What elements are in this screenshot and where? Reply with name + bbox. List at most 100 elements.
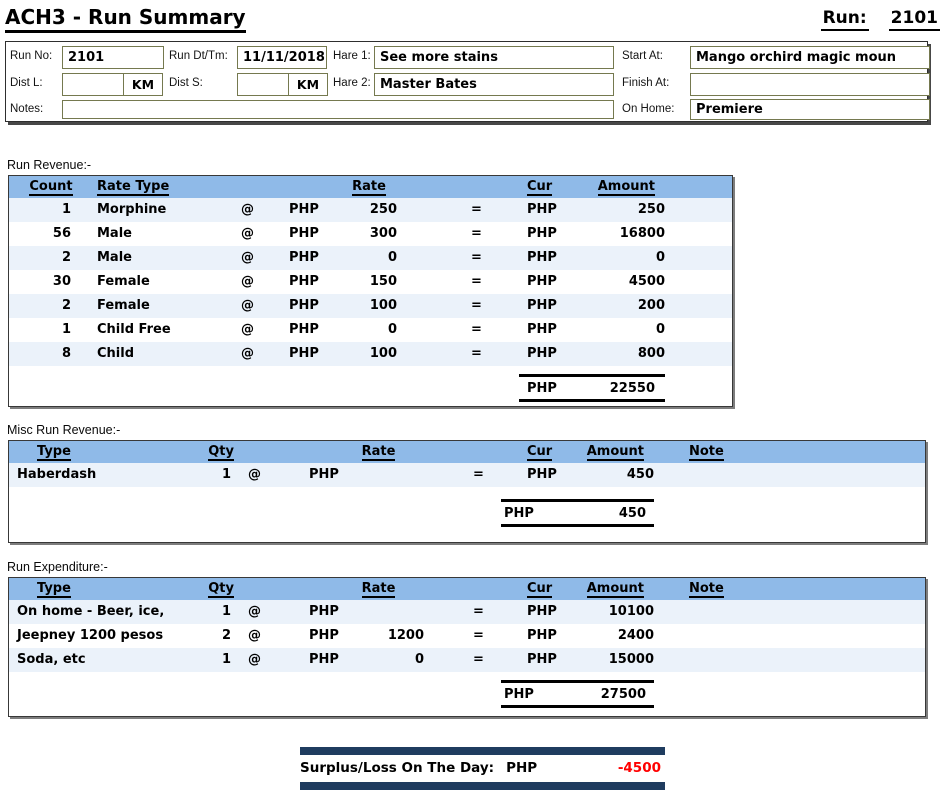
rate-value-cell: 300 bbox=[347, 222, 401, 246]
expenditure-section-label: Run Expenditure:- bbox=[7, 560, 945, 574]
equals-symbol: = bbox=[401, 198, 519, 222]
total-amount: 22550 bbox=[610, 381, 655, 396]
run-label: Run: bbox=[821, 7, 869, 31]
rate-currency-cell: PHP bbox=[279, 246, 347, 270]
rate-value-cell bbox=[347, 463, 425, 487]
currency-cell: PHP bbox=[519, 222, 577, 246]
currency-cell: PHP bbox=[521, 624, 579, 648]
run-no-field[interactable]: 2101 bbox=[62, 46, 164, 69]
count-cell: 56 bbox=[9, 222, 79, 246]
rate-header: Rate bbox=[236, 578, 521, 600]
amount-cell: 0 bbox=[577, 246, 665, 270]
misc-revenue-section-label: Misc Run Revenue:- bbox=[7, 423, 945, 437]
table-row: 56 Male @ PHP 300 = PHP 16800 bbox=[9, 222, 732, 246]
total-currency: PHP bbox=[504, 687, 534, 702]
cur-header: Cur bbox=[519, 176, 577, 198]
dist-l-unit: KM bbox=[123, 73, 163, 96]
at-symbol: @ bbox=[219, 198, 279, 222]
count-cell: 30 bbox=[9, 270, 79, 294]
run-dt-field[interactable]: 11/11/2018 bbox=[237, 46, 327, 69]
on-home-field[interactable]: Premiere bbox=[690, 99, 930, 120]
rate-type-cell: Morphine bbox=[79, 198, 219, 222]
on-home-label: On Home: bbox=[622, 103, 674, 115]
at-symbol: @ bbox=[236, 463, 284, 487]
amount-cell: 250 bbox=[577, 198, 665, 222]
notes-field[interactable] bbox=[62, 100, 614, 119]
run-no-label: Run No: bbox=[10, 50, 52, 62]
amount-cell: 4500 bbox=[577, 270, 665, 294]
amount-cell: 15000 bbox=[579, 648, 654, 672]
currency-cell: PHP bbox=[519, 342, 577, 366]
hare2-label: Hare 2: bbox=[333, 77, 371, 89]
qty-header: Qty bbox=[204, 441, 236, 463]
hare1-field[interactable]: See more stains bbox=[374, 46, 614, 69]
equals-symbol: = bbox=[401, 246, 519, 270]
note-cell bbox=[654, 463, 925, 487]
equals-symbol: = bbox=[425, 600, 521, 624]
qty-header: Qty bbox=[204, 578, 236, 600]
equals-symbol: = bbox=[401, 342, 519, 366]
rate-value-cell: 0 bbox=[347, 318, 401, 342]
run-summary-report: ACH3 - Run Summary Run:2101 Run No: 2101… bbox=[0, 5, 945, 793]
type-cell: Soda, etc bbox=[9, 648, 204, 672]
amount-cell: 16800 bbox=[577, 222, 665, 246]
equals-symbol: = bbox=[425, 648, 521, 672]
table-row: 8 Child @ PHP 100 = PHP 800 bbox=[9, 342, 732, 366]
qty-cell: 2 bbox=[204, 624, 236, 648]
rate-currency-cell: PHP bbox=[279, 318, 347, 342]
total-currency: PHP bbox=[527, 381, 557, 396]
equals-symbol: = bbox=[425, 624, 521, 648]
amount-cell: 800 bbox=[577, 342, 665, 366]
amount-cell: 2400 bbox=[579, 624, 654, 648]
amount-header: Amount bbox=[579, 578, 654, 600]
cur-header: Cur bbox=[521, 578, 579, 600]
rate-value-cell bbox=[347, 600, 425, 624]
amount-header: Amount bbox=[577, 176, 665, 198]
at-symbol: @ bbox=[236, 600, 284, 624]
run-revenue-section-label: Run Revenue:- bbox=[7, 158, 945, 172]
rate-type-header: Rate Type bbox=[79, 176, 219, 198]
finish-at-label: Finish At: bbox=[622, 77, 669, 89]
amount-cell: 0 bbox=[577, 318, 665, 342]
rate-currency-cell: PHP bbox=[284, 600, 347, 624]
hare2-field[interactable]: Master Bates bbox=[374, 73, 614, 96]
rate-value-cell: 250 bbox=[347, 198, 401, 222]
expenditure-header-row: Type Qty Rate Cur Amount Note bbox=[9, 578, 925, 600]
count-cell: 1 bbox=[9, 198, 79, 222]
count-header: Count bbox=[9, 176, 79, 198]
misc-revenue-rows: Haberdash 1 @ PHP = PHP 450 bbox=[9, 463, 925, 487]
title-bar: ACH3 - Run Summary Run:2101 bbox=[5, 5, 940, 33]
run-details-form: Run No: 2101 Run Dt/Tm: 11/11/2018 Hare … bbox=[5, 41, 928, 122]
rate-currency-cell: PHP bbox=[279, 198, 347, 222]
amount-cell: 10100 bbox=[579, 600, 654, 624]
dist-l-field[interactable] bbox=[62, 73, 124, 96]
rate-value-cell: 0 bbox=[347, 648, 425, 672]
run-revenue-total-row: PHP 22550 bbox=[9, 374, 732, 404]
finish-at-field[interactable] bbox=[690, 73, 930, 96]
cur-header: Cur bbox=[521, 441, 579, 463]
at-symbol: @ bbox=[219, 318, 279, 342]
surplus-currency: PHP bbox=[506, 760, 537, 776]
note-cell bbox=[654, 600, 925, 624]
start-at-field[interactable]: Mango orchird magic moun bbox=[690, 46, 930, 69]
at-symbol: @ bbox=[219, 222, 279, 246]
rate-currency-cell: PHP bbox=[279, 294, 347, 318]
type-cell: Haberdash bbox=[9, 463, 204, 487]
rate-value-cell: 150 bbox=[347, 270, 401, 294]
run-reference: Run:2101 bbox=[821, 7, 940, 31]
table-row: 1 Morphine @ PHP 250 = PHP 250 bbox=[9, 198, 732, 222]
dist-s-field[interactable] bbox=[237, 73, 289, 96]
qty-cell: 1 bbox=[204, 463, 236, 487]
rate-currency-cell: PHP bbox=[279, 342, 347, 366]
qty-cell: 1 bbox=[204, 648, 236, 672]
equals-symbol: = bbox=[425, 463, 521, 487]
type-cell: Jeepney 1200 pesos bbox=[9, 624, 204, 648]
rate-type-cell: Female bbox=[79, 294, 219, 318]
currency-cell: PHP bbox=[519, 294, 577, 318]
type-cell: On home - Beer, ice, bbox=[9, 600, 204, 624]
note-header: Note bbox=[654, 578, 925, 600]
table-row: Jeepney 1200 pesos 2 @ PHP 1200 = PHP 24… bbox=[9, 624, 925, 648]
misc-revenue-total-row: PHP 450 bbox=[9, 499, 925, 529]
dist-s-label: Dist S: bbox=[169, 77, 203, 89]
rate-type-cell: Child Free bbox=[79, 318, 219, 342]
